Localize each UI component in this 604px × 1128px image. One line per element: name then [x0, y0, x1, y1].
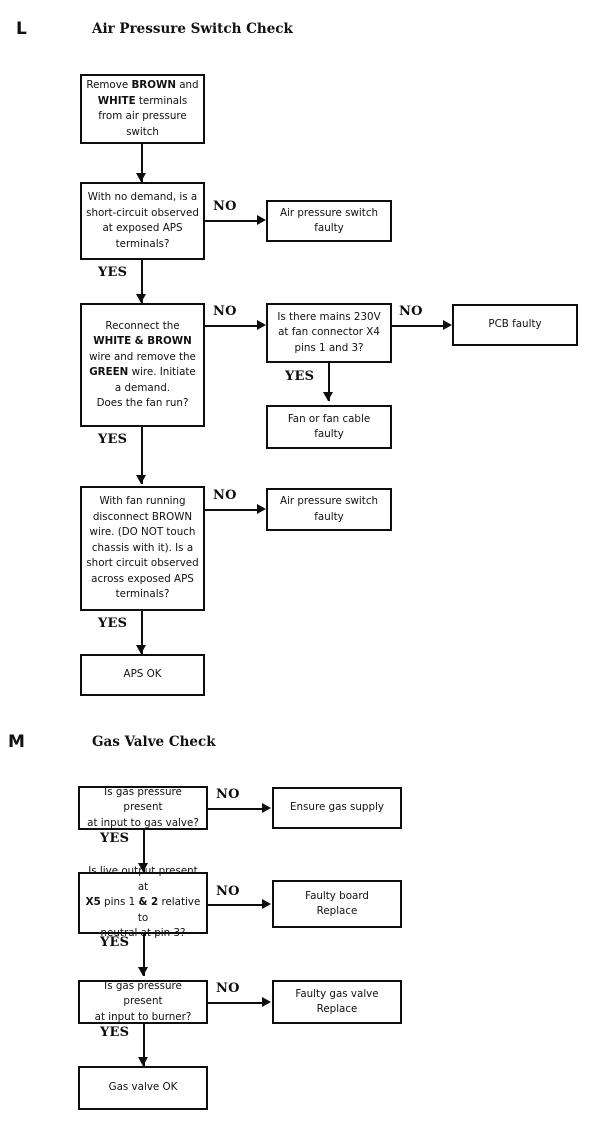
connector-m-q3-no [208, 1002, 266, 1004]
arrowhead-right-icon [443, 320, 452, 330]
node-aps-ok: APS OK [80, 654, 205, 696]
node-text: Reconnect the WHITE & BROWN wire and remov… [89, 319, 196, 410]
section-letter-l: L [16, 19, 27, 39]
arrowhead-down-icon [136, 645, 146, 654]
flowchart-canvas: L Air Pressure Switch Check Remove BROWN… [0, 0, 604, 1128]
node-faulty-gas-valve-replace: Faulty gas valve Replace [272, 980, 402, 1024]
arrowhead-down-icon [136, 294, 146, 303]
node-text: Faulty board Replace [305, 889, 369, 918]
edge-label-q4-yes: YES [98, 616, 128, 631]
node-q4-with-fan-running-disconnect-brown: With fan running disconnect BROWN wire. (D… [80, 486, 205, 611]
edge-label-q3-yes: YES [285, 369, 315, 384]
edge-label-q4-no: NO [213, 488, 237, 503]
node-gas-valve-ok: Gas valve OK [78, 1066, 208, 1110]
node-text: Faulty gas valve Replace [295, 987, 379, 1016]
node-text: Is live output present at X5 pins 1 & 2 r… [85, 865, 201, 940]
edge-label-m-q3-yes: YES [100, 1025, 130, 1040]
connector-m-q1-no [208, 808, 266, 810]
node-text: Air pressure switch faulty [279, 206, 379, 235]
node-text: Air pressure switch faulty [279, 495, 379, 523]
node-pcb-faulty: PCB faulty [452, 304, 578, 346]
edge-label-q1-no: NO [213, 199, 237, 214]
node-text: Is gas pressure present at input to gas v… [87, 785, 199, 829]
connector-q3-no [392, 325, 447, 327]
node-text: PCB faulty [488, 318, 542, 331]
edge-label-q3-no: NO [399, 304, 423, 319]
node-q2-reconnect-white-brown: Reconnect the WHITE & BROWN wire and remov… [80, 303, 205, 427]
node-m-q3-gas-pressure-input-burner: Is gas pressure present at input to burne… [78, 980, 208, 1024]
node-fan-or-fan-cable-faulty: Fan or fan cable faulty [266, 405, 392, 449]
edge-label-q1-yes: YES [98, 265, 128, 280]
edge-label-q2-yes: YES [98, 432, 128, 447]
node-air-pressure-switch-faulty-1: Air pressure switch faulty [266, 200, 392, 242]
node-text: With no demand, is a short-circuit observ… [86, 191, 199, 250]
connector-q2-no [205, 325, 261, 327]
edge-label-m-q3-no: NO [216, 981, 240, 996]
arrowhead-down-icon [136, 475, 146, 484]
node-text: Is there mains 230V at fan connector X4 pi… [277, 310, 381, 354]
arrowhead-down-icon [138, 967, 148, 976]
node-m-q2-live-output-x5-pins: Is live output present at X5 pins 1 & 2 r… [78, 865, 208, 939]
node-text: Gas valve OK [108, 1081, 178, 1094]
arrowhead-right-icon [257, 215, 266, 225]
node-ensure-gas-supply: Ensure gas supply [272, 787, 402, 829]
edge-label-m-q2-yes: YES [100, 935, 130, 950]
arrowhead-down-icon [136, 173, 146, 182]
arrowhead-right-icon [257, 504, 266, 514]
connector-q4-no [205, 509, 261, 511]
arrowhead-right-icon [262, 899, 271, 909]
node-text: Is gas pressure present at input to burne… [94, 979, 192, 1023]
arrowhead-down-icon [138, 1057, 148, 1066]
connector-m-q2-no [208, 904, 266, 906]
arrowhead-down-icon [323, 392, 333, 401]
node-text: APS OK [123, 668, 162, 681]
node-remove-brown-white-terminals: Remove BROWN and WHITE terminals from air … [80, 74, 205, 144]
node-q1-short-circuit-no-demand: With no demand, is a short-circuit observ… [80, 182, 205, 260]
node-text: Ensure gas supply [290, 801, 384, 814]
section-letter-m: M [8, 732, 25, 752]
edge-label-m-q1-no: NO [216, 787, 240, 802]
edge-label-m-q2-no: NO [216, 884, 240, 899]
node-text: With fan running disconnect BROWN wire. (D… [86, 495, 199, 601]
section-title-air-pressure-switch-check: Air Pressure Switch Check [92, 21, 293, 37]
node-text: Remove BROWN and WHITE terminals from air … [86, 79, 199, 138]
arrowhead-right-icon [257, 320, 266, 330]
edge-label-m-q1-yes: YES [100, 831, 130, 846]
section-title-gas-valve-check: Gas Valve Check [92, 734, 216, 750]
arrowhead-right-icon [262, 997, 271, 1007]
edge-label-q2-no: NO [213, 304, 237, 319]
node-air-pressure-switch-faulty-2: Air pressure switch faulty [266, 488, 392, 531]
arrowhead-right-icon [262, 803, 271, 813]
node-text: Fan or fan cable faulty [287, 412, 371, 441]
connector-q1-no [205, 220, 261, 222]
node-faulty-board-replace: Faulty board Replace [272, 880, 402, 928]
node-m-q1-gas-pressure-input-gas-valve: Is gas pressure present at input to gas v… [78, 786, 208, 830]
node-q3-mains-230v-fan-connector: Is there mains 230V at fan connector X4 pi… [266, 303, 392, 363]
